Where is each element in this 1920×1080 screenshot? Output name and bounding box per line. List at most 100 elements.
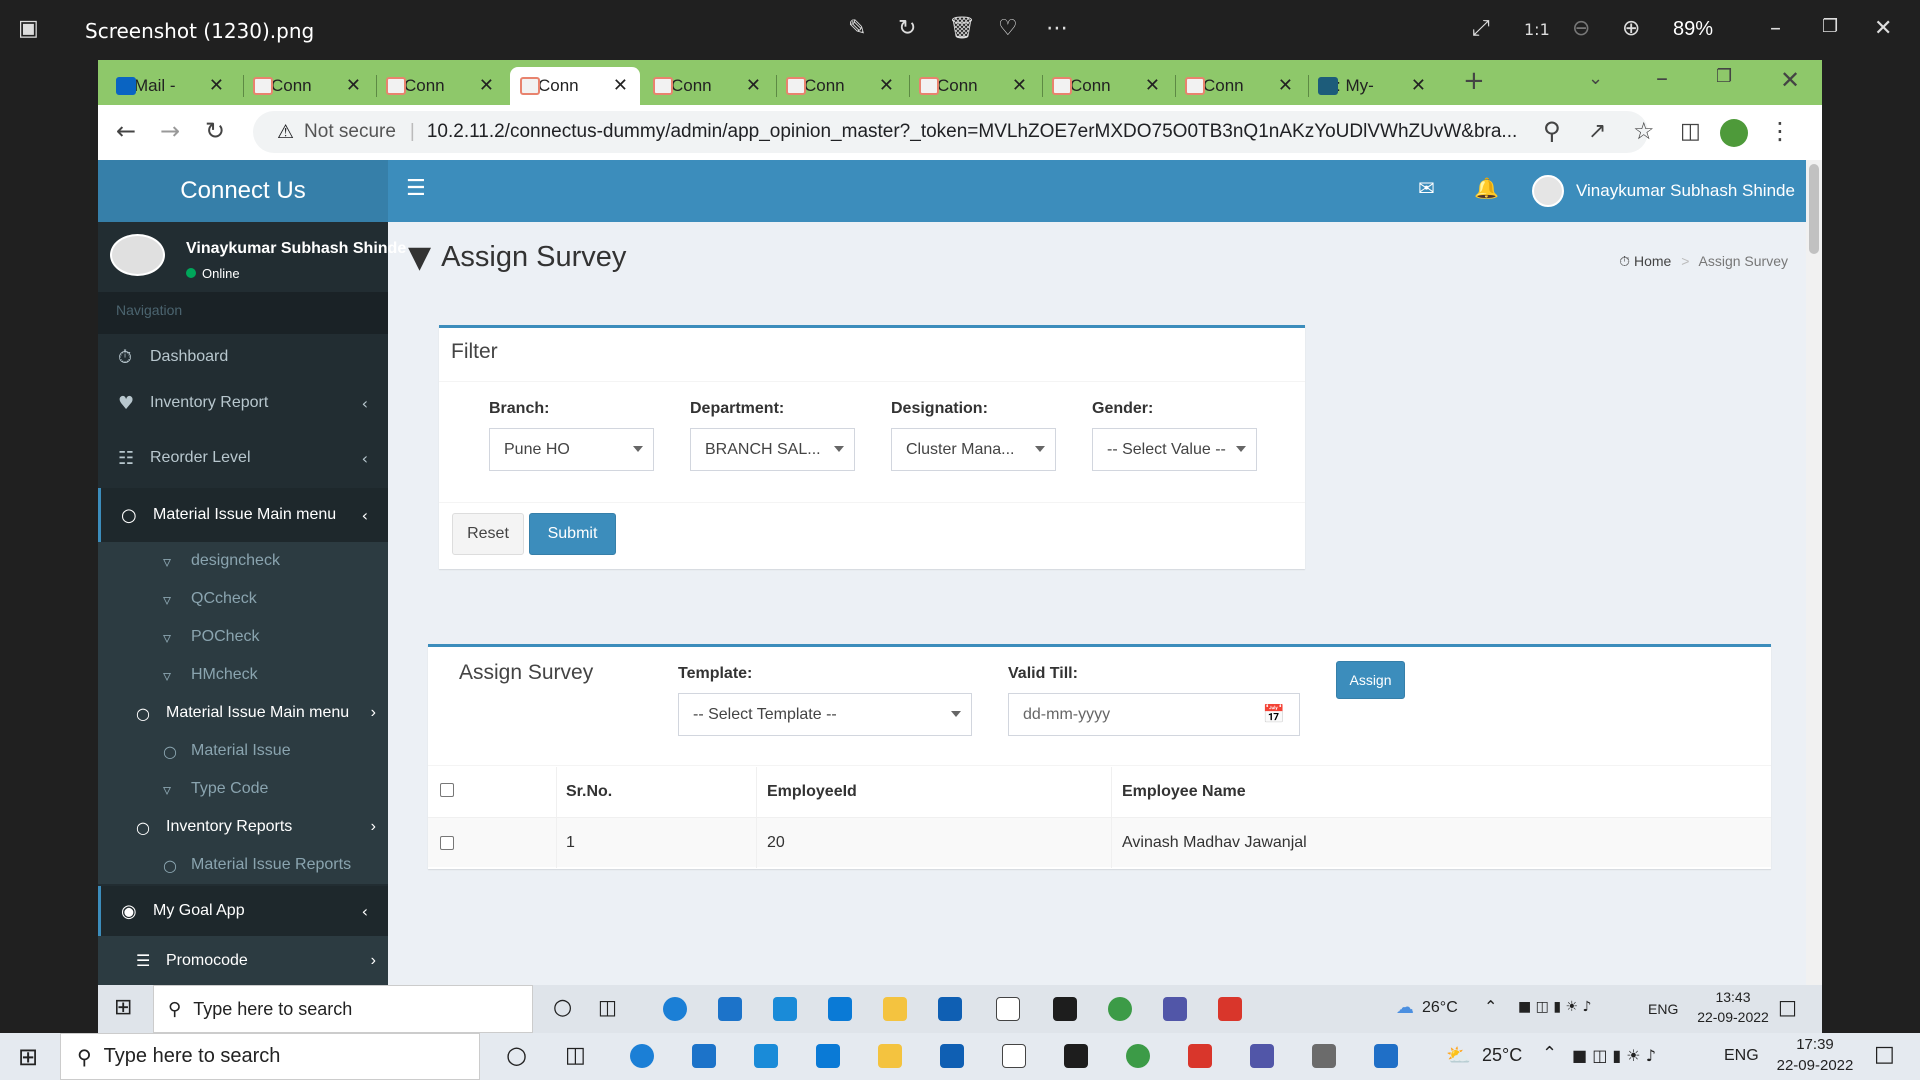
bell-icon[interactable]: 🔔 <box>1474 176 1499 200</box>
minimize-icon[interactable]: – <box>1770 16 1781 41</box>
close-icon[interactable]: ✕ <box>879 75 894 96</box>
sticky-notes-icon[interactable] <box>1053 997 1077 1021</box>
taskbar-search-box[interactable]: ⚲ Type here to search <box>153 985 533 1033</box>
branch-select[interactable]: Pune HO <box>489 428 654 471</box>
task-view-icon[interactable]: ◫ <box>565 1043 586 1068</box>
close-icon[interactable]: ✕ <box>1411 75 1426 96</box>
sidebar-item-inventory-reports[interactable]: ○ Inventory Reports › <box>98 808 388 846</box>
mail-icon[interactable]: ✉ <box>1418 176 1435 200</box>
valid-till-date-input[interactable]: dd-mm-yyyy 📅 <box>1008 693 1300 736</box>
notification-icon[interactable]: □ <box>1874 1042 1895 1067</box>
row-checkbox[interactable] <box>440 836 454 850</box>
taskbar-search-box[interactable]: ⚲ Type here to search <box>60 1033 480 1080</box>
sidebar-item-inventory-report[interactable]: ♥ Inventory Report ‹ <box>98 380 388 426</box>
tab-connect[interactable]: Conn ✕ <box>776 67 906 105</box>
file-explorer-icon[interactable] <box>883 997 907 1021</box>
mail-app-icon[interactable] <box>692 1044 716 1068</box>
l-app-icon[interactable] <box>754 1044 778 1068</box>
sidebar-toggle-icon[interactable]: ☰ <box>406 176 426 201</box>
tab-connect[interactable]: Conn ✕ <box>909 67 1039 105</box>
bookmark-star-icon[interactable]: ☆ <box>1633 117 1655 145</box>
delete-icon[interactable]: 🗑 <box>948 16 976 41</box>
calendar-icon[interactable]: 📅 <box>1263 704 1285 725</box>
mail-app-icon[interactable] <box>718 997 742 1021</box>
chrome-icon[interactable] <box>1126 1044 1150 1068</box>
sidebar-item-dashboard[interactable]: ⏱ Dashboard <box>98 334 388 380</box>
sidebar-item-pocheck[interactable]: ▿ POCheck <box>98 618 388 656</box>
template-select[interactable]: -- Select Template -- <box>678 693 972 736</box>
vnc-icon[interactable] <box>1002 1044 1026 1068</box>
sidebar-item-promocode[interactable]: ☰ Promocode › <box>98 936 388 985</box>
close-icon[interactable]: ✕ <box>1012 75 1027 96</box>
profile-icon[interactable] <box>1720 119 1748 147</box>
chevron-up-icon[interactable]: ⌃ <box>1484 997 1497 1016</box>
zoom-icon[interactable]: ⚲ <box>1543 117 1561 145</box>
language-indicator[interactable]: ENG <box>1724 1047 1759 1065</box>
calculator-icon[interactable] <box>1312 1044 1336 1068</box>
sidebar-item-designcheck[interactable]: ▿ designcheck <box>98 542 388 580</box>
edge-icon[interactable] <box>663 997 687 1021</box>
teams-icon[interactable] <box>1250 1044 1274 1068</box>
sidebar-item-type-code[interactable]: ▿ Type Code <box>98 770 388 808</box>
edit-icon[interactable]: ✎ <box>848 16 866 41</box>
app-icon[interactable] <box>828 997 852 1021</box>
system-tray-icons[interactable]: ■ ◫ ▮ ☀ ♪ <box>1518 999 1591 1015</box>
zoom-in-icon[interactable]: ⊕ <box>1622 16 1640 41</box>
designation-select[interactable]: Cluster Mana... <box>891 428 1056 471</box>
actual-size-icon[interactable]: 1:1 <box>1524 20 1550 39</box>
system-tray-icons[interactable]: ■ ◫ ▮ ☀ ♪ <box>1572 1046 1656 1065</box>
close-icon[interactable]: ✕ <box>479 75 494 96</box>
vnc-icon[interactable] <box>996 997 1020 1021</box>
close-icon[interactable]: ✕ <box>746 75 761 96</box>
header-user-name[interactable]: Vinaykumar Subhash Shinde <box>1576 181 1795 201</box>
v-app-icon[interactable] <box>1188 1044 1212 1068</box>
breadcrumb-home[interactable]: Home <box>1634 253 1671 269</box>
v-app-icon[interactable] <box>1218 997 1242 1021</box>
file-explorer-icon[interactable] <box>878 1044 902 1068</box>
close-icon[interactable]: ✕ <box>1874 16 1892 41</box>
sidebar-item-material-issue-reports[interactable]: ○ Material Issue Reports <box>98 846 388 884</box>
app-icon[interactable] <box>816 1044 840 1068</box>
forward-icon[interactable]: → <box>160 117 180 145</box>
omnibox[interactable]: ⚠ Not secure | 10.2.11.2/connectus-dummy… <box>253 111 1648 153</box>
close-icon[interactable]: ✕ <box>1145 75 1160 96</box>
sidebar-item-reorder-level[interactable]: ☷ Reorder Level ‹ <box>98 435 388 481</box>
page-scrollbar[interactable] <box>1806 160 1822 985</box>
side-panel-icon[interactable]: ◫ <box>1680 119 1701 144</box>
fullscreen-icon[interactable]: ⤢ <box>1472 16 1490 41</box>
favorite-icon[interactable]: ♡ <box>998 16 1018 41</box>
tab-connect[interactable]: Conn ✕ <box>1042 67 1172 105</box>
task-view-icon[interactable]: ◫ <box>598 995 617 1019</box>
sidebar-item-material-issue[interactable]: ○ Material Issue <box>98 732 388 770</box>
sticky-notes-icon[interactable] <box>1064 1044 1088 1068</box>
close-icon[interactable]: ✕ <box>613 75 628 96</box>
windows-start-icon[interactable]: ⊞ <box>114 995 132 1020</box>
reset-button[interactable]: Reset <box>452 513 524 555</box>
close-icon[interactable]: ✕ <box>346 75 361 96</box>
submit-button[interactable]: Submit <box>529 513 616 555</box>
sidebar-item-material-issue-main-2[interactable]: ○ Material Issue Main menu › <box>98 694 388 732</box>
chrome-icon[interactable] <box>1108 997 1132 1021</box>
l-app-icon[interactable] <box>773 997 797 1021</box>
tab-connect[interactable]: Conn ✕ <box>1175 67 1305 105</box>
notification-icon[interactable]: □ <box>1778 995 1797 1019</box>
user-avatar[interactable] <box>1532 175 1564 207</box>
rotate-icon[interactable]: ↻ <box>898 16 916 41</box>
select-all-checkbox[interactable] <box>440 783 454 797</box>
reload-icon[interactable]: ↻ <box>205 117 225 145</box>
sidebar-item-my-goal-app[interactable]: ◉ My Goal App ‹ <box>98 886 388 936</box>
chevron-up-icon[interactable]: ⌃ <box>1542 1043 1557 1064</box>
share-icon[interactable]: ↗ <box>1588 119 1606 144</box>
restore-icon[interactable]: ❐ <box>1822 16 1838 37</box>
photos-icon[interactable] <box>1374 1044 1398 1068</box>
restore-icon[interactable]: ❐ <box>1716 66 1732 87</box>
minimize-icon[interactable]: – <box>1656 64 1668 92</box>
tab-connect[interactable]: Conn ✕ <box>376 67 506 105</box>
assign-button[interactable]: Assign <box>1336 661 1405 699</box>
tab-connect-active[interactable]: Conn ✕ <box>510 67 640 105</box>
close-icon[interactable]: ✕ <box>209 75 224 96</box>
edge-icon[interactable] <box>630 1044 654 1068</box>
sidebar-item-material-issue-main[interactable]: ○ Material Issue Main menu ‹ <box>98 488 388 542</box>
menu-icon[interactable]: ⋮ <box>1768 117 1792 145</box>
more-icon[interactable]: ⋯ <box>1046 16 1068 41</box>
